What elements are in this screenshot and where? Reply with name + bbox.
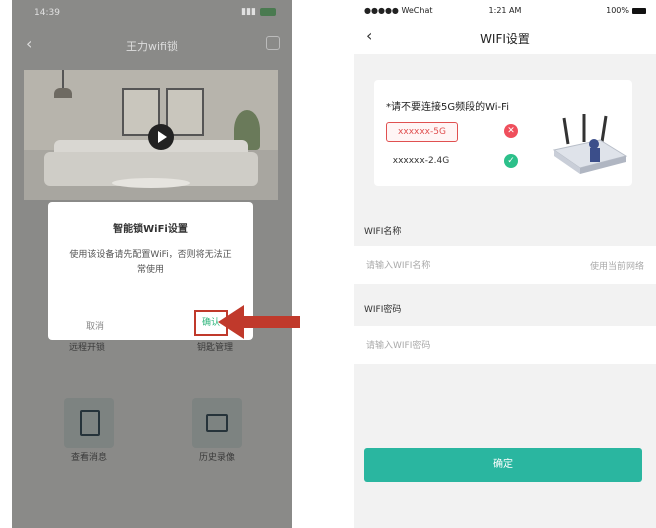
remote-unlock-label[interactable]: 远程开锁 xyxy=(42,340,132,353)
wifi-password-row xyxy=(354,326,656,364)
pointer-arrow-icon xyxy=(218,305,300,339)
lamp-shade xyxy=(54,88,72,98)
battery-icon xyxy=(632,7,646,14)
wifi-name-input[interactable] xyxy=(364,256,548,276)
page-title: 王力wifi锁 xyxy=(126,40,178,53)
clipboard-icon xyxy=(80,410,100,436)
close-icon: ✕ xyxy=(504,124,518,138)
confirm-button[interactable]: 确定 xyxy=(364,448,642,482)
video-icon xyxy=(206,414,228,432)
check-icon: ✓ xyxy=(504,154,518,168)
signal-icon: ▮▮▮ xyxy=(241,7,256,17)
lamp-cord xyxy=(62,70,64,90)
camera-preview[interactable] xyxy=(24,70,278,200)
nav-bar: ‹ WIFI设置 xyxy=(354,20,656,54)
dialog-message: 使用该设备请先配置WiFi，否则将无法正常使用 xyxy=(69,250,232,275)
status-icons: ▮▮▮ xyxy=(241,7,276,17)
history-video-label: 历史录像 xyxy=(198,453,235,463)
right-phone-screen: ●●●●● WeChat 1:21 AM 100% ‹ WIFI设置 *请不要连… xyxy=(354,0,656,528)
use-current-network-link[interactable]: 使用当前网络 xyxy=(590,259,644,272)
coffee-table xyxy=(112,178,190,188)
battery-status: 100% xyxy=(606,6,646,15)
wifi-name-label: WIFI名称 xyxy=(364,227,402,237)
battery-icon xyxy=(260,8,276,16)
status-time: 14:39 xyxy=(34,8,60,18)
play-icon[interactable] xyxy=(148,124,174,150)
page-title: WIFI设置 xyxy=(480,32,530,46)
key-management-label[interactable]: 钥匙管理 xyxy=(170,340,260,353)
router-icon xyxy=(552,114,628,174)
settings-icon[interactable] xyxy=(266,36,280,50)
status-bar: ●●●●● WeChat 1:21 AM 100% xyxy=(354,0,656,20)
wifi-5g-example: xxxxxx-5G xyxy=(386,122,458,142)
battery-percent: 100% xyxy=(606,6,629,15)
wifi-name-row: 使用当前网络 xyxy=(354,246,656,284)
left-phone-screen: 14:39 ▮▮▮ ‹ 王力wifi锁 远程开锁 钥匙管理 查看消息 历史录像 … xyxy=(12,0,292,528)
nav-bar: ‹ 王力wifi锁 xyxy=(12,30,292,60)
wifi-tip-card: *请不要连接5G频段的Wi-Fi xxxxxx-5G ✕ xxxxxx-2.4G… xyxy=(374,80,632,186)
cancel-button[interactable]: 取消 xyxy=(86,319,104,332)
tip-text: *请不要连接5G频段的Wi-Fi xyxy=(386,102,509,113)
history-video-button[interactable] xyxy=(192,398,242,448)
view-messages-button[interactable] xyxy=(64,398,114,448)
view-messages-label: 查看消息 xyxy=(70,453,107,463)
status-bar: 14:39 ▮▮▮ xyxy=(12,0,292,26)
wifi-password-label: WIFI密码 xyxy=(364,305,402,315)
dialog-title: 智能锁WiFi设置 xyxy=(113,224,188,235)
wifi-password-input[interactable] xyxy=(364,336,548,356)
wifi-24g-example: xxxxxx-2.4G xyxy=(392,156,450,166)
